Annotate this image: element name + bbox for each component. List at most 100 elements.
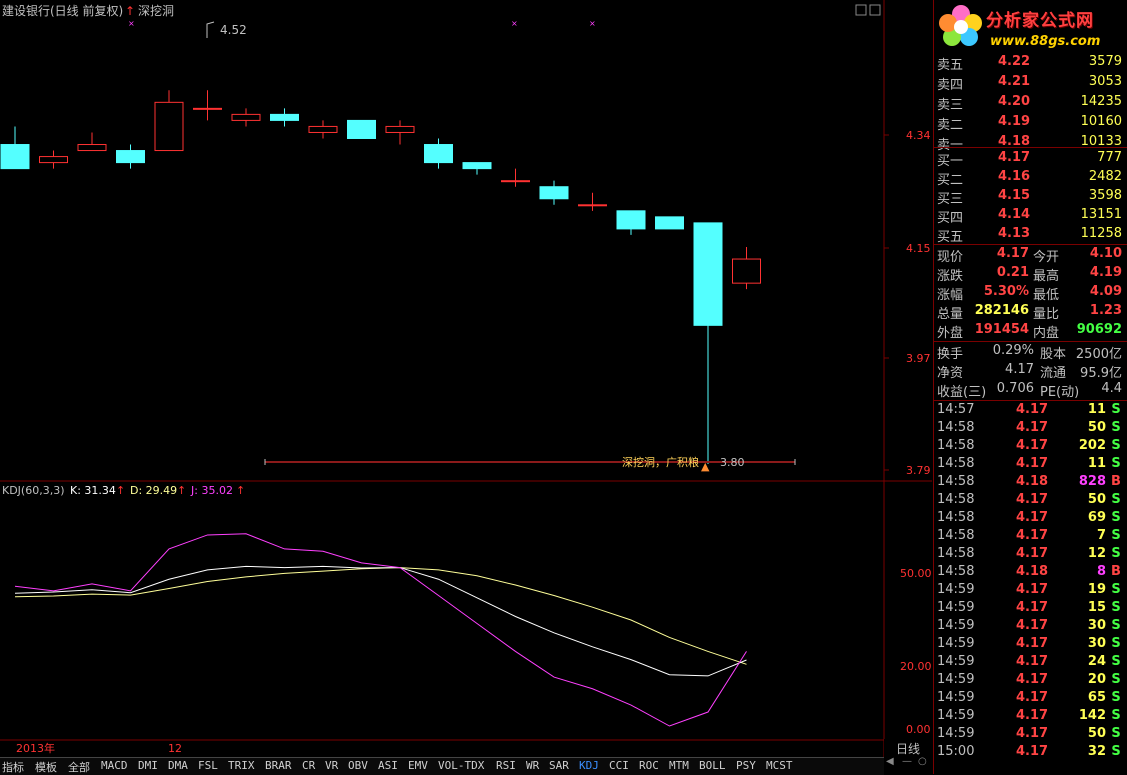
tab-kdj[interactable]: KDJ — [579, 759, 599, 772]
candle[interactable] — [308, 120, 338, 139]
high-label-pointer — [206, 21, 215, 38]
maximize-button[interactable] — [869, 4, 881, 16]
ask-price: 4.20 — [998, 94, 1031, 109]
ask-row[interactable]: 卖五 4.22 3579 — [934, 54, 1127, 73]
info-label: 最高 — [1033, 269, 1060, 284]
candle[interactable] — [732, 246, 761, 290]
bid-row[interactable]: 买二 4.16 2482 — [934, 169, 1127, 188]
bid-price: 4.13 — [998, 226, 1031, 241]
candle[interactable] — [193, 90, 222, 121]
period-label[interactable]: 日线 — [896, 740, 920, 757]
tick-row: 14:59 4.17 142 S — [934, 708, 1127, 726]
tick-time: 14:58 — [937, 474, 975, 489]
tick-volume: 20 — [1087, 672, 1106, 687]
candle[interactable] — [424, 138, 453, 169]
tab-trix[interactable]: TRIX — [228, 759, 255, 772]
fundamental-row: 换手 0.29% 股本 2500亿 — [934, 343, 1127, 362]
info-label: 今开 — [1033, 250, 1060, 265]
bid-price: 4.14 — [998, 207, 1031, 222]
tab-asi[interactable]: ASI — [378, 759, 398, 772]
candle[interactable] — [77, 132, 107, 152]
tab-指标[interactable]: 指标 — [2, 759, 24, 775]
logo-url[interactable]: www.88gs.com — [990, 34, 1100, 49]
tab-brar[interactable]: BRAR — [265, 759, 292, 772]
zoom-out-button[interactable]: — — [902, 756, 912, 767]
kdj-k-value: K: 31.34 — [70, 484, 116, 497]
tab-全部[interactable]: 全部 — [68, 759, 90, 775]
tab-cr[interactable]: CR — [302, 759, 315, 772]
bid-row[interactable]: 买一 4.17 777 — [934, 150, 1127, 169]
candle-body — [655, 216, 684, 230]
info-label: 现价 — [937, 250, 964, 265]
main-chart[interactable]: 建设银行(日线 前复权) ↑ 深挖洞 × × × 4.52 4.34 4.15 … — [0, 0, 932, 757]
candle[interactable] — [154, 90, 184, 152]
tab-macd[interactable]: MACD — [101, 759, 128, 772]
tab-dma[interactable]: DMA — [168, 759, 188, 772]
tab-vr[interactable]: VR — [325, 759, 338, 772]
info-value: 4.4 — [1101, 381, 1122, 396]
candle[interactable] — [0, 126, 30, 170]
tick-row: 14:57 4.17 11 S — [934, 402, 1127, 420]
candle[interactable] — [270, 108, 299, 127]
tab-模板[interactable]: 模板 — [35, 759, 57, 775]
tab-boll[interactable]: BOLL — [699, 759, 726, 772]
bid-row[interactable]: 买三 4.15 3598 — [934, 188, 1127, 207]
candle[interactable] — [116, 144, 145, 169]
tab-vol-tdx[interactable]: VOL-TDX — [438, 759, 484, 772]
tab-sar[interactable]: SAR — [549, 759, 569, 772]
candle[interactable] — [693, 222, 723, 464]
tab-dmi[interactable]: DMI — [138, 759, 158, 772]
tick-time: 14:59 — [937, 708, 975, 723]
candle[interactable] — [39, 150, 68, 169]
bid-row[interactable]: 买五 4.13 11258 — [934, 226, 1127, 245]
tab-mcst[interactable]: MCST — [766, 759, 793, 772]
info-value: 4.10 — [1089, 246, 1122, 261]
tab-rsi[interactable]: RSI — [496, 759, 516, 772]
tick-volume: 24 — [1087, 654, 1106, 669]
indicator-name[interactable]: 深挖洞 — [138, 3, 174, 18]
candle[interactable] — [462, 162, 492, 175]
marker-x-icon: × — [511, 19, 518, 28]
bid-label: 买四 — [937, 211, 964, 226]
candle-body — [193, 107, 222, 110]
candlestick-series[interactable] — [0, 90, 761, 464]
kdj-d-line — [14, 567, 747, 665]
bid-row[interactable]: 买四 4.14 13151 — [934, 207, 1127, 226]
info-value: 0.706 — [996, 381, 1034, 396]
candle[interactable] — [231, 108, 261, 127]
candle[interactable] — [539, 180, 569, 205]
candle-body — [732, 258, 761, 284]
tab-mtm[interactable]: MTM — [669, 759, 689, 772]
tab-obv[interactable]: OBV — [348, 759, 368, 772]
tab-psy[interactable]: PSY — [736, 759, 756, 772]
candle[interactable] — [385, 120, 415, 145]
candle[interactable] — [655, 216, 684, 230]
scroll-left-button[interactable]: ◀ — [886, 756, 894, 767]
tick-price: 4.17 — [1016, 744, 1049, 759]
divider — [934, 400, 1127, 401]
candle-body — [501, 180, 530, 183]
candle[interactable] — [578, 192, 607, 211]
tick-row: 14:58 4.17 7 S — [934, 528, 1127, 546]
tab-wr[interactable]: WR — [526, 759, 539, 772]
tab-cci[interactable]: CCI — [609, 759, 629, 772]
ask-row[interactable]: 卖二 4.19 10160 — [934, 114, 1127, 133]
up-arrow-icon: ↑ — [177, 484, 186, 497]
ask-row[interactable]: 卖三 4.20 14235 — [934, 94, 1127, 113]
candle[interactable] — [347, 119, 376, 139]
info-label: 换手 — [937, 347, 964, 362]
candle[interactable] — [616, 210, 646, 235]
tab-emv[interactable]: EMV — [408, 759, 428, 772]
ask-label: 卖四 — [937, 78, 964, 93]
candle[interactable] — [501, 168, 530, 187]
ask-row[interactable]: 卖四 4.21 3053 — [934, 74, 1127, 93]
tick-price: 4.17 — [1016, 492, 1049, 507]
restore-button[interactable] — [855, 4, 867, 16]
info-label: 内盘 — [1033, 326, 1060, 341]
tab-roc[interactable]: ROC — [639, 759, 659, 772]
tick-price: 4.17 — [1016, 510, 1049, 525]
candle-body — [578, 204, 607, 207]
zoom-reset-button[interactable]: ○ — [918, 756, 927, 767]
tick-time: 14:57 — [937, 402, 975, 417]
tab-fsl[interactable]: FSL — [198, 759, 218, 772]
